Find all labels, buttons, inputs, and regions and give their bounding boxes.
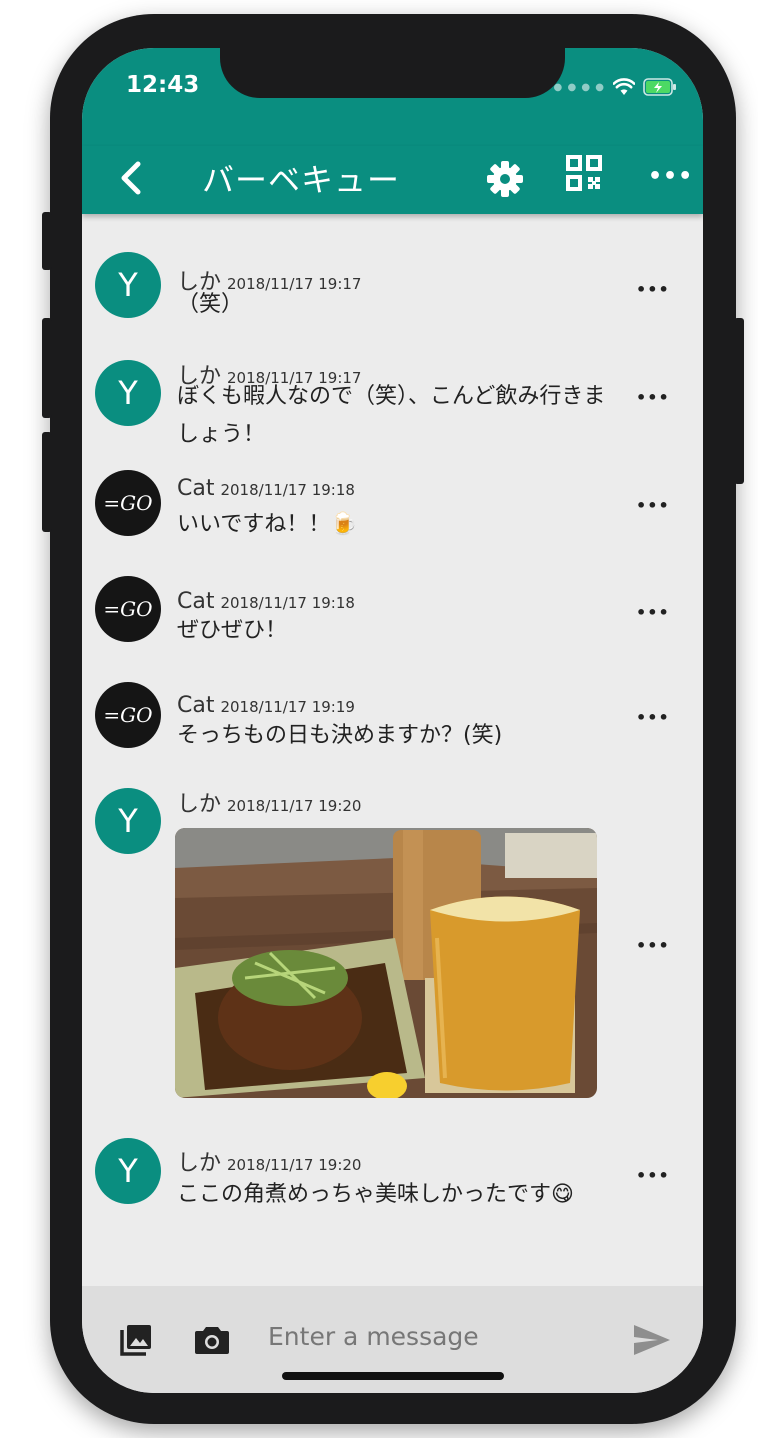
message-header: Cat 2018/11/17 19:18 [177, 476, 355, 501]
more-options-icon[interactable]: ••• [648, 164, 693, 189]
sender-name: しか [177, 1151, 222, 1176]
message-input[interactable]: Enter a message [268, 1322, 479, 1351]
timestamp: 2018/11/17 19:20 [227, 797, 362, 815]
notch [220, 48, 565, 98]
avatar[interactable]: =GO [95, 682, 161, 748]
timestamp: 2018/11/17 19:19 [220, 698, 355, 716]
avatar[interactable]: =GO [95, 576, 161, 642]
message-photo[interactable] [175, 828, 597, 1098]
power-button [734, 318, 744, 484]
home-indicator [282, 1372, 504, 1380]
sender-name: Cat [177, 693, 215, 718]
volume-up-button [42, 318, 52, 418]
message-menu-icon[interactable]: ••• [636, 280, 670, 299]
avatar-label: =GO [103, 597, 153, 621]
avatar-label: =GO [103, 703, 153, 727]
message-header: Cat 2018/11/17 19:19 [177, 693, 355, 718]
avatar[interactable]: Y [95, 788, 161, 854]
message-text: （笑） [177, 292, 244, 317]
camera-icon[interactable] [194, 1322, 230, 1358]
timestamp: 2018/11/17 19:18 [220, 481, 355, 499]
status-icons: ● ● ● ● [554, 78, 677, 96]
send-icon[interactable] [632, 1323, 672, 1357]
message-text: ここの角煮めっちゃ美味しかったです😋 [177, 1182, 574, 1207]
wifi-icon [613, 78, 635, 95]
message-header: しか 2018/11/17 19:20 [177, 786, 361, 818]
message-menu-icon[interactable]: ••• [636, 936, 670, 955]
timestamp: 2018/11/17 19:18 [220, 594, 355, 612]
message-menu-icon[interactable]: ••• [636, 388, 670, 407]
message-text: ぜひぜひ！ [177, 618, 288, 643]
volume-down-button [42, 432, 52, 532]
message-menu-icon[interactable]: ••• [636, 1166, 670, 1185]
message-text: そっちもの日も決めますか？(笑) [177, 723, 503, 748]
signal-icon: ● ● ● ● [553, 81, 605, 93]
message-header: Cat 2018/11/17 19:18 [177, 589, 355, 614]
status-bar: 12:43 ● ● ● ● [82, 48, 703, 146]
message-header: しか 2018/11/17 19:20 [177, 1145, 361, 1177]
app-screen: 12:43 ● ● ● ● バーベキュー ••• Y しか 2018/11/17… [82, 48, 703, 1393]
page-title: バーベキュー [202, 161, 401, 199]
sender-name: しか [177, 792, 222, 817]
timestamp: 2018/11/17 19:20 [227, 1156, 362, 1174]
avatar[interactable]: Y [95, 1138, 161, 1204]
avatar[interactable]: =GO [95, 470, 161, 536]
mute-switch [42, 212, 52, 270]
chevron-left-icon[interactable] [112, 156, 152, 200]
message-menu-icon[interactable]: ••• [636, 603, 670, 622]
app-bar: バーベキュー ••• [82, 146, 703, 214]
gear-icon[interactable] [484, 158, 526, 200]
message-text: いいですね！！🍺 [177, 512, 358, 537]
message-menu-icon[interactable]: ••• [636, 496, 670, 515]
sender-name: Cat [177, 476, 215, 501]
qr-code-icon[interactable] [564, 153, 604, 193]
avatar-label: =GO [103, 491, 153, 515]
message-menu-icon[interactable]: ••• [636, 708, 670, 727]
message-text: ぼくも暇人なので（笑）、こんど飲み行きましょう！ [177, 384, 606, 447]
battery-icon [643, 78, 676, 96]
gallery-icon[interactable] [118, 1322, 154, 1358]
avatar[interactable]: Y [95, 252, 161, 318]
status-time: 12:43 [126, 72, 200, 98]
avatar[interactable]: Y [95, 360, 161, 426]
sender-name: Cat [177, 589, 215, 614]
